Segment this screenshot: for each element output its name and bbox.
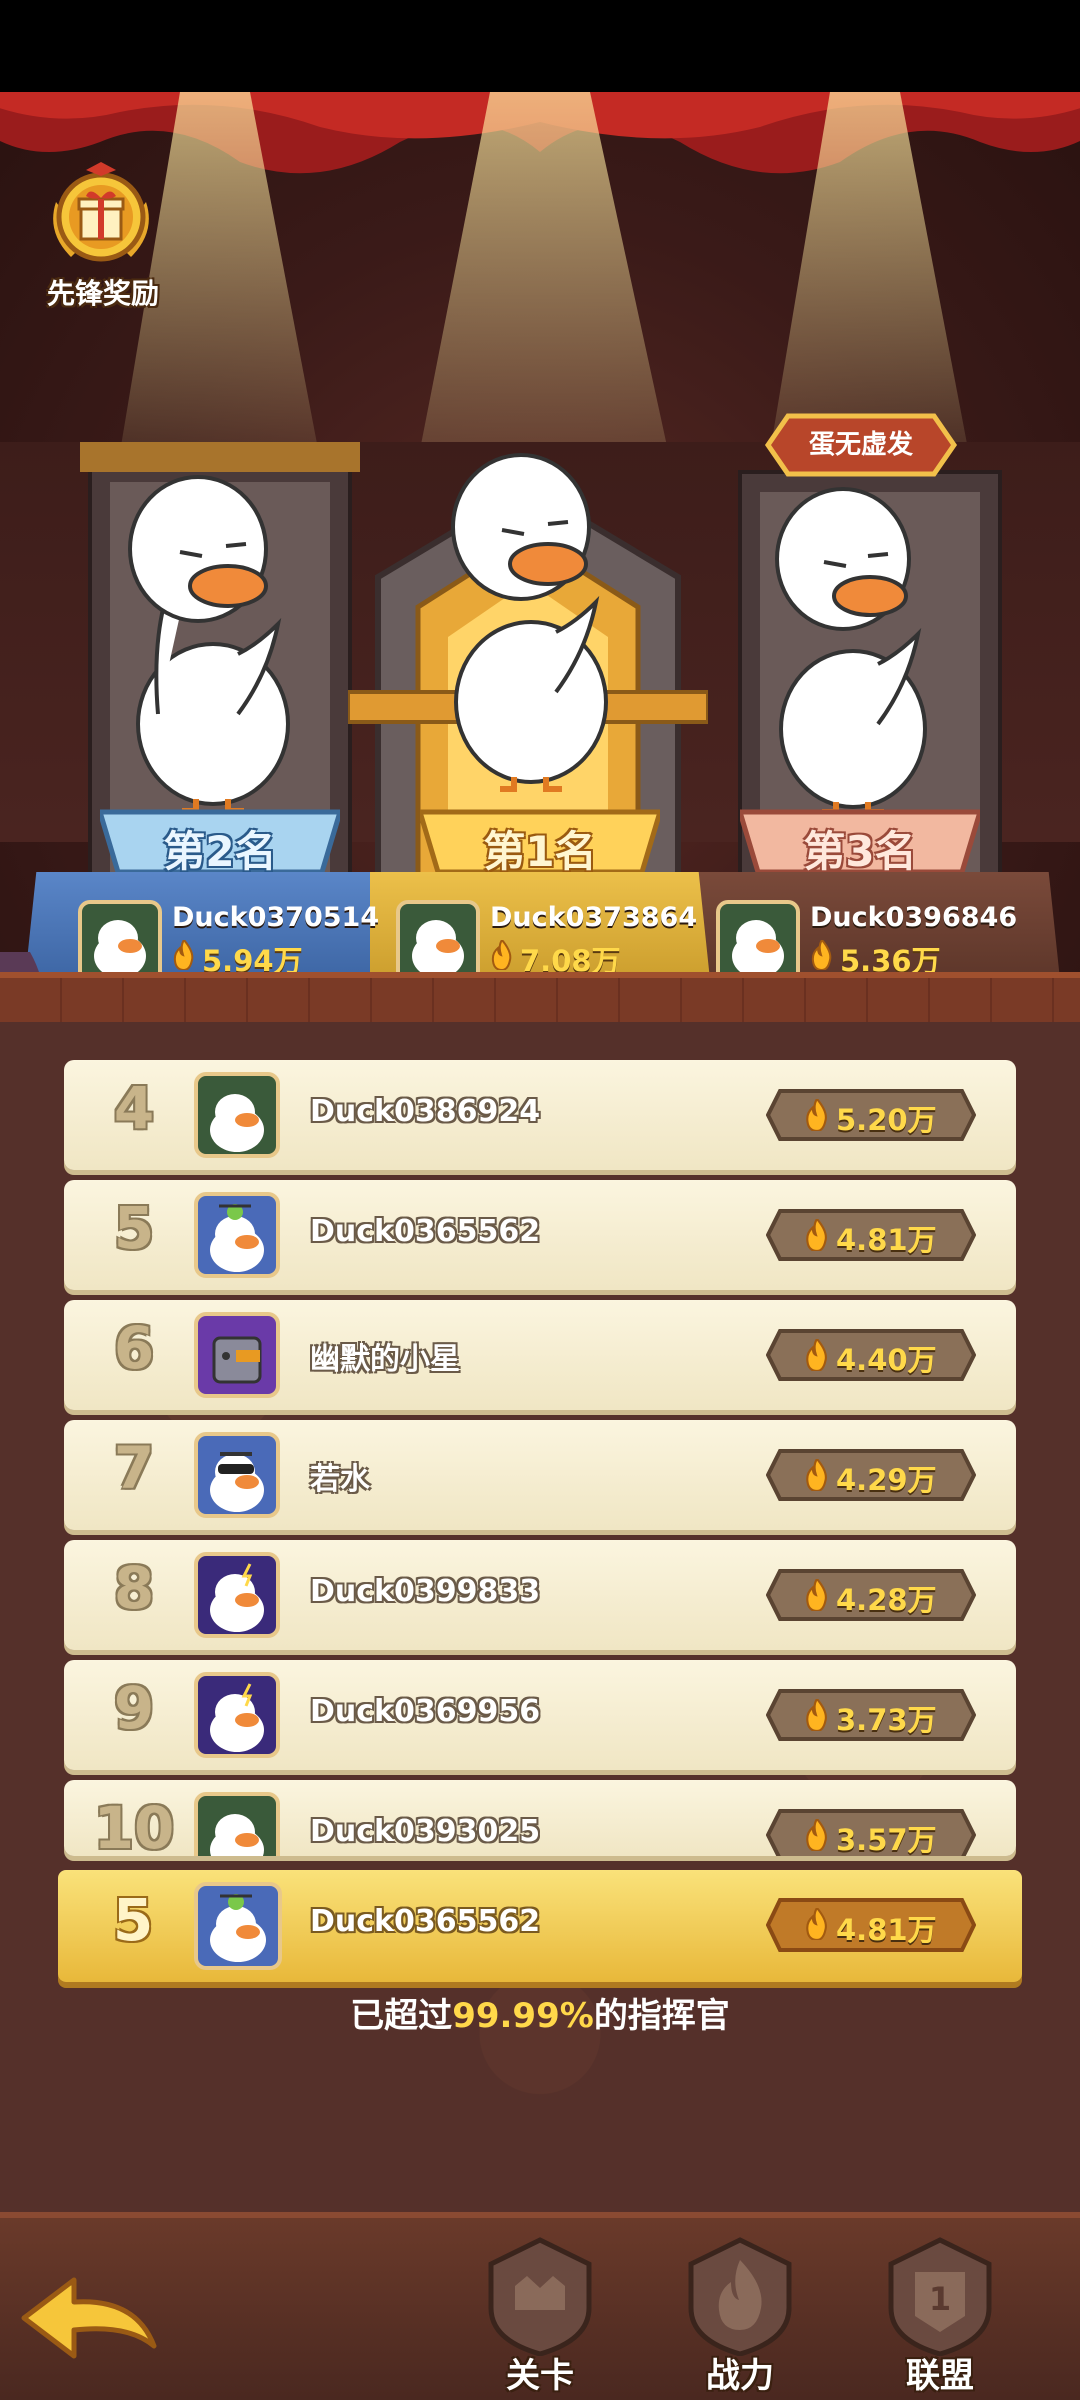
rank-number: 4	[113, 1074, 155, 1142]
player-score: 4.81万	[836, 1223, 937, 1257]
title-badge: 蛋无虚发	[758, 410, 964, 480]
ranking-row[interactable]: 5 Duck0365562 4.81万	[64, 1180, 1016, 1290]
robot-avatar	[194, 1312, 280, 1398]
rank-plate-first: 第1名	[420, 806, 660, 878]
ranking-row[interactable]: 9 Duck0369956 3.73万	[64, 1660, 1016, 1770]
score-pill: 4.81万	[766, 1207, 976, 1263]
my-rank-number: 5	[112, 1886, 154, 1954]
podium-name-third: Duck0396846	[810, 902, 1018, 933]
ranking-row[interactable]: 8 Duck0399833 4.28万	[64, 1540, 1016, 1650]
surpass-percent-text: 已超过99.99%的指挥官	[350, 1996, 730, 2036]
player-score: 3.57万	[836, 1823, 937, 1856]
duck-sunglasses-avatar	[194, 1432, 280, 1518]
rank-number: 5	[113, 1194, 155, 1262]
flame-icon	[173, 940, 194, 970]
rank-number: 9	[113, 1674, 155, 1742]
power-flame-icon	[688, 2237, 792, 2356]
flame-icon	[806, 1579, 827, 1611]
ranking-row[interactable]: 10 Duck0393025 3.57万	[64, 1780, 1016, 1856]
score-pill: 4.40万	[766, 1327, 976, 1383]
player-name: 若水	[310, 1462, 370, 1497]
nav-stage-label: 关卡	[506, 2356, 574, 2396]
stage-floor	[0, 972, 1080, 1022]
duck-green-avatar	[194, 1072, 280, 1158]
rank-number: 10	[93, 1794, 175, 1856]
player-score: 4.29万	[836, 1463, 937, 1497]
player-name: Duck0369956	[310, 1694, 541, 1729]
rank-plate-second: 第2名	[100, 806, 340, 878]
rank-number: 8	[113, 1554, 155, 1622]
score-pill: 3.73万	[766, 1687, 976, 1743]
score-pill: 4.28万	[766, 1567, 976, 1623]
player-name: Duck0386924	[310, 1094, 541, 1129]
flame-icon	[806, 1339, 827, 1371]
player-name: 幽默的小星	[310, 1342, 460, 1377]
player-name: Duck0393025	[310, 1814, 541, 1849]
duck-green-avatar	[194, 1792, 280, 1856]
duck-propeller-avatar	[194, 1882, 282, 1970]
flame-icon	[491, 940, 512, 970]
duck-propeller-avatar	[194, 1192, 280, 1278]
nav-stage[interactable]: 关卡	[475, 2236, 605, 2396]
score-pill: 3.57万	[766, 1807, 976, 1856]
rank-number: 7	[113, 1434, 155, 1502]
ranking-row[interactable]: 7 若水 4.29万	[64, 1420, 1016, 1530]
nav-alliance-label: 联盟	[906, 2356, 974, 2396]
status-bar	[0, 0, 1080, 92]
player-name: Duck0365562	[310, 1214, 541, 1249]
nav-power-label: 战力	[706, 2356, 774, 2396]
ranking-row[interactable]: 4 Duck0386924 5.20万	[64, 1060, 1016, 1170]
my-rank-score: 4.81万	[836, 1913, 937, 1947]
player-score: 5.20万	[836, 1103, 937, 1137]
back-arrow-icon	[21, 2277, 157, 2359]
vanguard-reward-label: 先锋奖励	[46, 277, 159, 310]
bottom-nav-bar: 关卡 战力 1 联盟	[0, 2212, 1080, 2400]
rank-number: 6	[113, 1314, 155, 1382]
my-rank-name: Duck0365562	[310, 1904, 541, 1939]
surpass-percent-value: 99.99%	[452, 1996, 594, 2036]
flame-icon	[806, 1219, 827, 1251]
svg-text:1: 1	[929, 2280, 951, 2318]
vanguard-reward-button[interactable]: 先锋奖励	[28, 162, 178, 322]
my-rank-score-pill: 4.81万	[766, 1896, 976, 1954]
flame-icon	[806, 1699, 827, 1731]
title-badge-text: 蛋无虚发	[808, 430, 913, 460]
leaderboard-stage: 先锋奖励 蛋无虚发 第2名 第1名 第3名 Duck0370514 5.94万 …	[0, 92, 1080, 1022]
my-rank-row[interactable]: 5 Duck0365562 4.81万	[58, 1870, 1022, 1982]
podium-name-first: Duck0373864	[490, 902, 698, 933]
duck-character-first	[451, 453, 608, 792]
back-button[interactable]	[18, 2268, 158, 2368]
stage-shield-icon	[488, 2237, 592, 2356]
player-name: Duck0399833	[310, 1574, 541, 1609]
gift-medal-icon	[53, 162, 149, 262]
player-score: 4.40万	[836, 1343, 937, 1377]
duck-purple-avatar	[194, 1672, 280, 1758]
flame-icon	[811, 940, 832, 970]
player-score: 3.73万	[836, 1703, 937, 1737]
score-pill: 5.20万	[766, 1087, 976, 1143]
rank-plate-third: 第3名	[740, 806, 980, 878]
flame-icon	[806, 1459, 827, 1491]
alliance-badge-icon: 1	[888, 2237, 992, 2356]
duck-character-second	[128, 475, 290, 814]
ranking-row[interactable]: 6 幽默的小星 4.40万	[64, 1300, 1016, 1410]
duck-character-third	[775, 487, 927, 814]
flame-icon	[806, 1099, 827, 1131]
nav-power[interactable]: 战力	[675, 2236, 805, 2396]
score-pill: 4.29万	[766, 1447, 976, 1503]
duck-purple-avatar	[194, 1552, 280, 1638]
flame-icon	[806, 1819, 827, 1851]
podium-name-second: Duck0370514	[172, 902, 380, 933]
nav-alliance[interactable]: 1 联盟	[875, 2236, 1005, 2396]
player-score: 4.28万	[836, 1583, 937, 1617]
flame-icon	[806, 1908, 827, 1940]
